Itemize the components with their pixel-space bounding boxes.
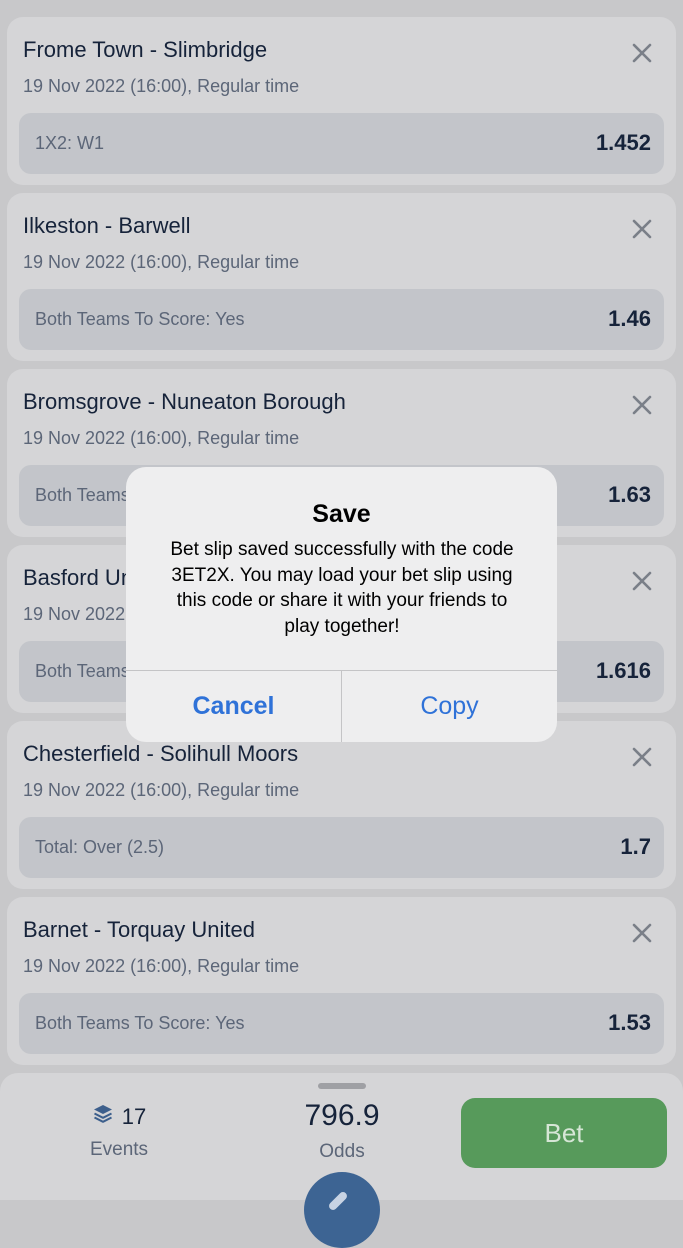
edit-fab[interactable]	[304, 1172, 380, 1248]
bet-card: Frome Town - Slimbridge 19 Nov 2022 (16:…	[7, 17, 676, 185]
market-odds: 1.53	[608, 1010, 651, 1035]
close-icon[interactable]	[630, 745, 654, 769]
close-icon[interactable]	[630, 41, 654, 65]
total-odds-value: 796.9	[304, 1099, 380, 1132]
market-odds: 1.616	[595, 658, 651, 683]
match-title: Frome Town - Slimbridge	[23, 37, 268, 62]
events-summary: 17 Events	[60, 1103, 178, 1161]
market-label: 1X2: W1	[35, 133, 105, 153]
save-dialog: Save Bet slip saved successfully with th…	[126, 467, 557, 742]
market-selection[interactable]: Both Teams To Score: Yes 1.53	[19, 993, 664, 1054]
dialog-title: Save	[312, 500, 371, 528]
pencil-icon	[327, 1190, 349, 1212]
market-label: Total: Over (2.5)	[35, 837, 165, 857]
market-odds: 1.46	[608, 306, 651, 331]
market-selection[interactable]: Total: Over (2.5) 1.7	[19, 817, 664, 878]
match-title: Ilkeston - Barwell	[23, 213, 191, 238]
bet-button[interactable]: Bet	[461, 1098, 667, 1168]
total-odds: 796.9 Odds	[262, 1099, 422, 1163]
market-odds: 1.7	[620, 834, 651, 859]
bet-card: Chesterfield - Solihull Moors 19 Nov 202…	[7, 721, 676, 889]
dialog-message: Bet slip saved successfully with the cod…	[170, 539, 514, 637]
copy-button[interactable]: Copy	[342, 671, 557, 742]
market-label: Both Teams To Score: Yes	[35, 1013, 245, 1033]
market-label: Both Teams To Score: Yes	[35, 309, 245, 329]
market-odds: 1.452	[595, 130, 651, 155]
bet-card: Barnet - Torquay United 19 Nov 2022 (16:…	[7, 897, 676, 1065]
market-selection[interactable]: Both Teams To Score: Yes 1.46	[19, 289, 664, 350]
match-info: 19 Nov 2022 (16:00), Regular time	[23, 76, 300, 96]
bet-card: Ilkeston - Barwell 19 Nov 2022 (16:00), …	[7, 193, 676, 361]
drag-handle[interactable]	[318, 1083, 366, 1089]
events-count: 17	[121, 1104, 147, 1129]
match-info: 19 Nov 2022 (16:00), Regular time	[23, 252, 300, 272]
close-icon[interactable]	[630, 393, 654, 417]
events-label: Events	[89, 1139, 149, 1160]
match-title: Barnet - Torquay United	[23, 917, 255, 942]
bet-slip-footer: 17 Events 796.9 Odds Bet	[0, 1073, 683, 1248]
layers-icon	[92, 1103, 114, 1131]
close-icon[interactable]	[630, 217, 654, 241]
match-info: 19 Nov 2022 (16:00), Regular time	[23, 780, 300, 800]
match-info: 19 Nov 2022 (16:00), Regular time	[23, 956, 300, 976]
match-title: Chesterfield - Solihull Moors	[23, 741, 299, 766]
match-info: 19 Nov 2022 (16:00), Regular time	[23, 428, 300, 448]
odds-label: Odds	[319, 1141, 365, 1162]
close-icon[interactable]	[630, 921, 654, 945]
market-odds: 1.63	[608, 482, 651, 507]
match-title: Bromsgrove - Nuneaton Borough	[23, 389, 346, 414]
cancel-button[interactable]: Cancel	[126, 671, 341, 742]
market-selection[interactable]: 1X2: W1 1.452	[19, 113, 664, 174]
close-icon[interactable]	[630, 569, 654, 593]
